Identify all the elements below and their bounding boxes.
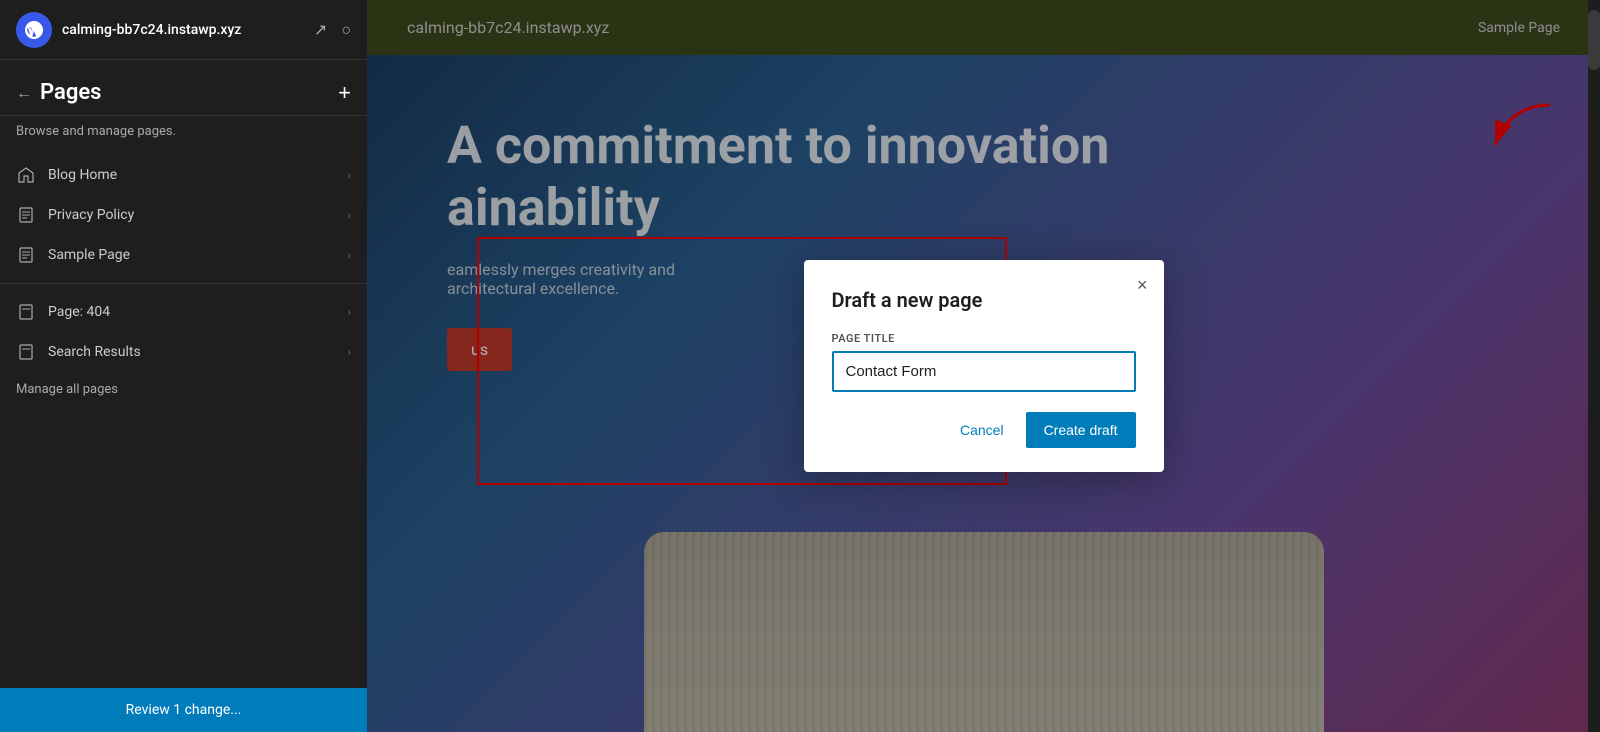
sidebar: calming-bb7c24.instawp.xyz ↗ ○ ← Pages +…: [0, 0, 367, 732]
home-icon: [16, 165, 36, 185]
chevron-icon: ›: [347, 168, 351, 182]
nav-label-blog-home: Blog Home: [48, 167, 347, 183]
nav-label-page-404: Page: 404: [48, 304, 347, 320]
pages-subtitle: Browse and manage pages.: [0, 116, 367, 155]
sidebar-item-privacy-policy[interactable]: Privacy Policy ›: [0, 195, 367, 235]
header-icons: ↗ ○: [314, 20, 351, 40]
chevron-icon: ›: [347, 248, 351, 262]
review-bar[interactable]: Review 1 change...: [0, 688, 367, 732]
sidebar-divider: [0, 283, 367, 284]
cancel-button[interactable]: Cancel: [948, 414, 1016, 446]
page-icon: [16, 302, 36, 322]
sidebar-item-sample-page[interactable]: Sample Page ›: [0, 235, 367, 275]
modal-close-button[interactable]: ×: [1137, 276, 1148, 294]
wordpress-logo[interactable]: [16, 12, 52, 48]
sidebar-header: calming-bb7c24.instawp.xyz ↗ ○: [0, 0, 367, 60]
chevron-icon: ›: [347, 345, 351, 359]
draft-page-modal: Draft a new page × PAGE TITLE Cancel Cre…: [804, 260, 1164, 472]
sidebar-item-search-results[interactable]: Search Results ›: [0, 332, 367, 372]
pages-panel: ← Pages +: [0, 60, 367, 116]
modal-actions: Cancel Create draft: [832, 412, 1136, 448]
nav-label-search-results: Search Results: [48, 344, 347, 360]
document-icon-2: [16, 245, 36, 265]
nav-label-sample-page: Sample Page: [48, 247, 347, 263]
add-page-button[interactable]: +: [338, 82, 351, 104]
main-content: calming-bb7c24.instawp.xyz Sample Page A…: [367, 0, 1600, 732]
document-icon: [16, 205, 36, 225]
modal-title: Draft a new page: [832, 288, 1136, 312]
sidebar-item-blog-home[interactable]: Blog Home ›: [0, 155, 367, 195]
sidebar-item-page-404[interactable]: Page: 404 ›: [0, 292, 367, 332]
nav-group-1: Blog Home › Privacy Policy › Sample Page…: [0, 155, 367, 275]
back-arrow-icon[interactable]: ←: [16, 83, 32, 103]
page-title-label: PAGE TITLE: [832, 332, 1136, 345]
page-icon-2: [16, 342, 36, 362]
pages-title: Pages: [40, 80, 101, 105]
manage-all-pages[interactable]: Manage all pages: [0, 372, 367, 407]
external-link-icon[interactable]: ↗: [314, 20, 327, 39]
page-title-input[interactable]: [832, 351, 1136, 392]
nav-group-2: Page: 404 › Search Results ›: [0, 292, 367, 372]
chevron-icon: ›: [347, 305, 351, 319]
create-draft-button[interactable]: Create draft: [1026, 412, 1136, 448]
chevron-icon: ›: [347, 208, 351, 222]
modal-overlay: Draft a new page × PAGE TITLE Cancel Cre…: [367, 0, 1600, 732]
site-title: calming-bb7c24.instawp.xyz: [62, 22, 314, 38]
search-icon[interactable]: ○: [341, 20, 351, 40]
nav-label-privacy-policy: Privacy Policy: [48, 207, 347, 223]
